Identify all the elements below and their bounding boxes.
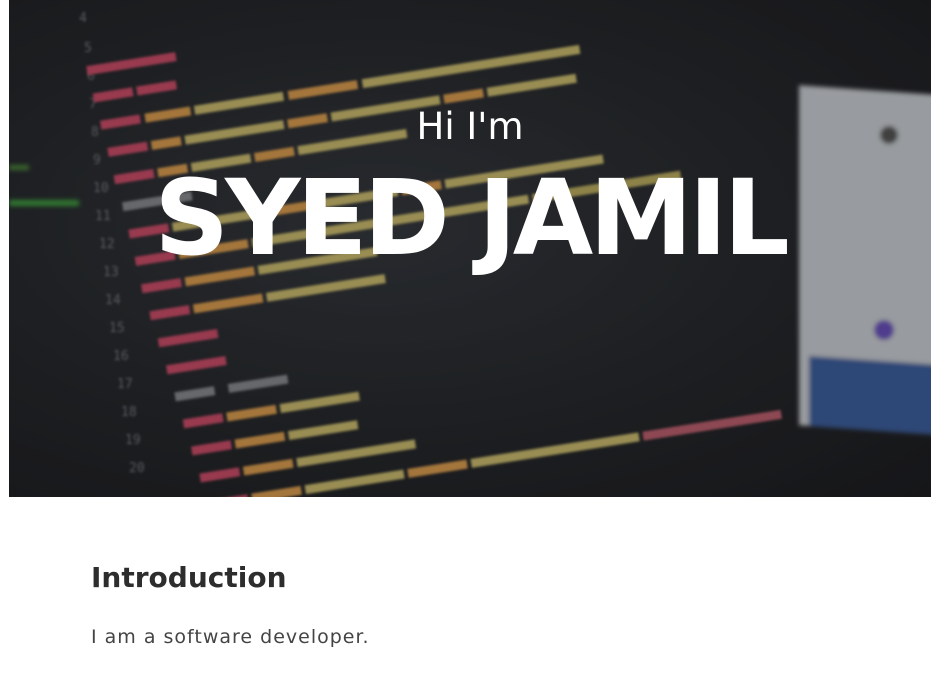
hero-banner: 456 789 101112 131415 161718 1920 xyxy=(9,0,931,497)
hero-greeting: Hi I'm xyxy=(416,105,524,148)
introduction-text: I am a software developer. xyxy=(91,626,370,648)
introduction-heading: Introduction xyxy=(91,561,287,594)
page: 456 789 101112 131415 161718 1920 xyxy=(0,0,935,679)
hero-name: SYED JAMIL xyxy=(154,157,789,279)
